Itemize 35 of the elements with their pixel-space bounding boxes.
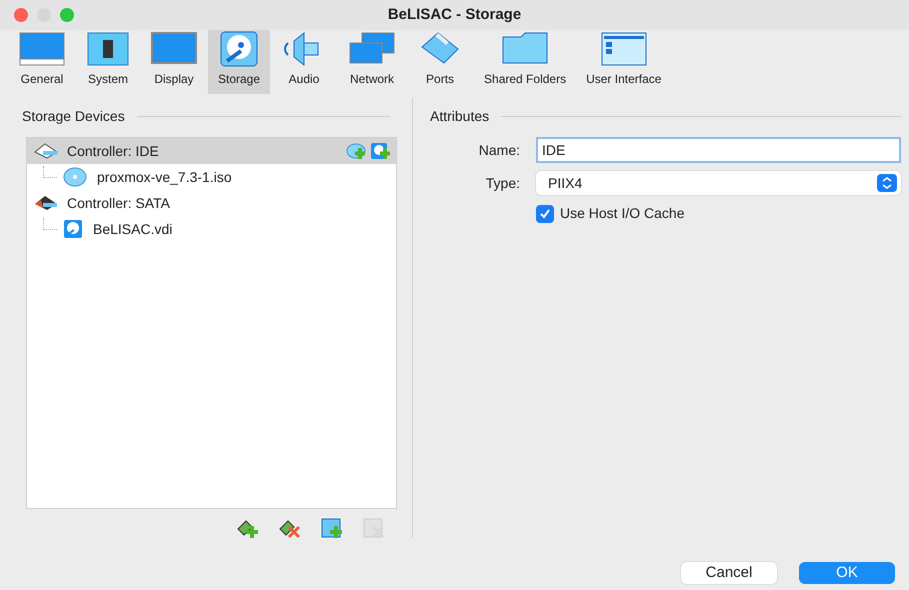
disc-icon bbox=[63, 167, 87, 187]
settings-tab[interactable]: Storage bbox=[208, 30, 270, 94]
tree-item[interactable]: BeLISAC.vdi bbox=[27, 216, 396, 242]
window-layout-icon bbox=[600, 31, 648, 67]
monitor-icon bbox=[150, 31, 198, 67]
add-disc-icon[interactable] bbox=[346, 142, 368, 160]
cancel-button[interactable]: Cancel bbox=[681, 562, 777, 584]
settings-tab[interactable]: Display bbox=[140, 30, 208, 94]
tree-item[interactable]: Controller: IDE bbox=[27, 138, 396, 164]
close-button[interactable] bbox=[14, 8, 28, 22]
field-label: Type: bbox=[484, 174, 520, 193]
tree-item[interactable]: Controller: SATA bbox=[27, 190, 396, 216]
window-title: BeLISAC - Storage bbox=[388, 4, 522, 25]
tree-item[interactable]: proxmox-ve_7.3-1.iso bbox=[27, 164, 396, 190]
add-disk-icon[interactable] bbox=[370, 142, 392, 160]
section-title: Attributes bbox=[430, 107, 490, 126]
settings-tab[interactable]: General bbox=[8, 30, 76, 94]
host-cache-checkbox[interactable]: Use Host I/O Cache bbox=[536, 203, 901, 224]
settings-tab[interactable]: System bbox=[76, 30, 140, 94]
zoom-button[interactable] bbox=[60, 8, 74, 22]
type-select[interactable]: PIIX4 bbox=[536, 171, 901, 195]
chip-icon bbox=[86, 31, 130, 67]
stepper-icon bbox=[877, 174, 897, 192]
settings-tab[interactable]: User Interface bbox=[576, 30, 672, 94]
field-label: Name: bbox=[478, 140, 520, 160]
controller-icon bbox=[33, 142, 59, 160]
section-title: Storage Devices bbox=[22, 107, 125, 126]
settings-tab[interactable]: Shared Folders bbox=[474, 30, 576, 94]
checkmark-icon bbox=[539, 208, 551, 220]
controller-icon bbox=[33, 194, 59, 212]
monitor-icon bbox=[18, 31, 66, 67]
settings-tab[interactable]: Network bbox=[338, 30, 406, 94]
name-field[interactable]: IDE bbox=[536, 137, 901, 163]
settings-tab[interactable]: Ports bbox=[406, 30, 474, 94]
settings-tab[interactable]: Audio bbox=[270, 30, 338, 94]
